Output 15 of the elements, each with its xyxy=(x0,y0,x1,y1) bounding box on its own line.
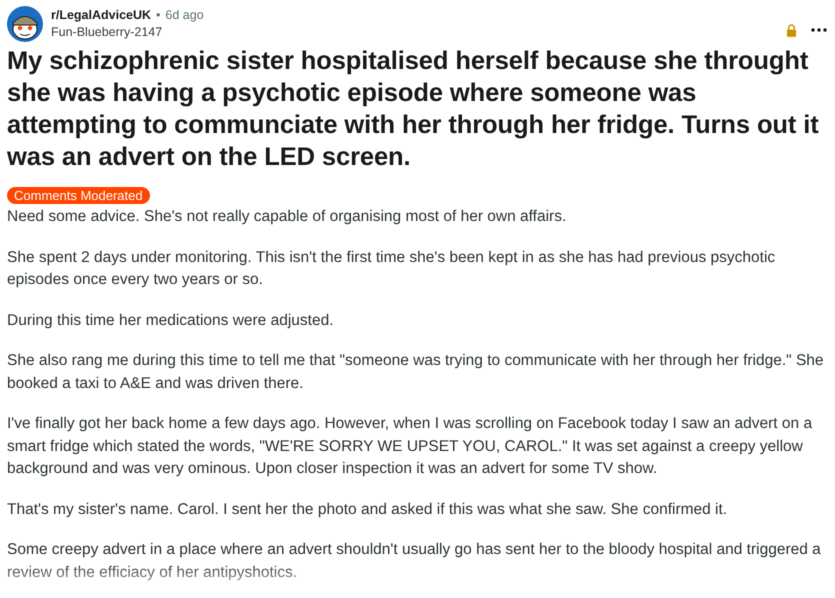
body-paragraph: During this time her medications were adjusted. xyxy=(7,310,335,330)
author-link[interactable]: Fun-Blueberry-2147 xyxy=(51,24,204,41)
body-paragraph: Some creepy advert in a place where an advert shouldn't usually go has sent her to the bloody hospital and triggered a review of the efficiacy of her antipyshotics. xyxy=(7,540,822,582)
body-paragraph: Need some advice. She's not really capable of organising most of her own affairs. xyxy=(7,207,568,227)
more-options-icon[interactable] xyxy=(811,28,827,32)
body-paragraph: That's my sister's name. Carol. I sent her the photo and asked if this was what she saw. She confirmed it. xyxy=(7,500,728,520)
post-age: 6d ago xyxy=(165,7,204,24)
separator-dot: • xyxy=(156,7,160,24)
body-paragraph: She also rang me during this time to tell me that "someone was trying to communicate with her through her fridge." She booked a taxi to A&E and was driven there. xyxy=(7,351,825,394)
body-paragraph: I've finally got her back home a few days ago. However, when I was scrolling on Facebook today I saw an advert on a smart fridge which stated the words, "WE'RE SORRY WE UPSET YOU, CAROL." It was set against a creepy yellow background and was very ominous. Upon closer inspection it was an advert for some TV show. xyxy=(7,414,814,479)
subreddit-link[interactable]: r/LegalAdviceUK xyxy=(51,7,152,24)
body-paragraph: She spent 2 days under monitoring. This isn't the first time she's been kept in as she has had previous psychotic episodes once every two years or so. xyxy=(7,248,776,290)
avatar-icon xyxy=(7,6,43,42)
post-title: My schizophrenic sister hospitalised herself because she throught she was having a psychotic episode where someone was attempting to communciate with her through her fridge. Turns out it was an advert on the LED screen. xyxy=(7,46,820,173)
flair-tag: Comments Moderated xyxy=(7,187,150,204)
